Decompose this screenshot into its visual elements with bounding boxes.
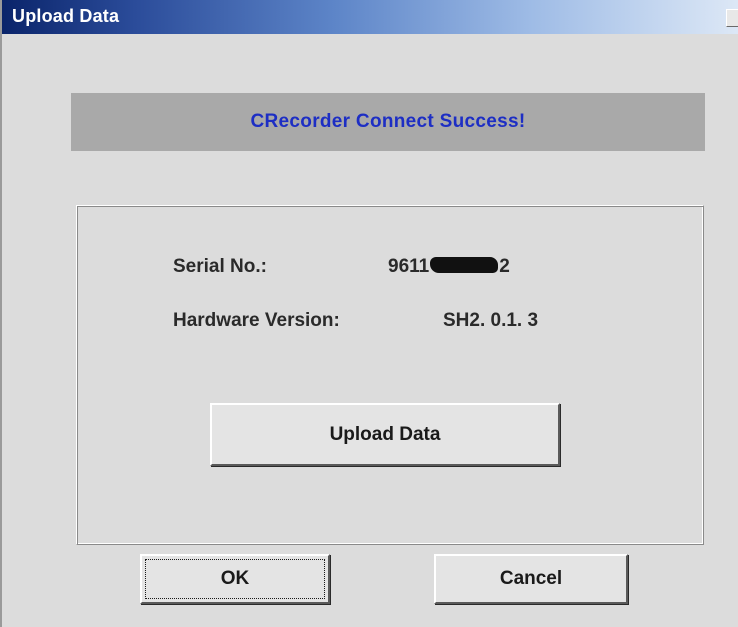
serial-number-prefix: 9611	[388, 256, 430, 277]
ok-button[interactable]: OK	[140, 554, 330, 604]
device-info-group: Serial No.: 9611 2 Hardware Version: SH2.…	[76, 205, 704, 545]
serial-number-value: 9611 2	[388, 256, 510, 278]
ok-button-label: OK	[220, 568, 250, 589]
window-title: Upload Data	[12, 6, 120, 26]
connection-status-banner: CRecorder Connect Success!	[71, 93, 705, 151]
hardware-version-value: SH2. 0.1. 3	[443, 310, 539, 331]
serial-number-suffix: 2	[499, 256, 510, 277]
hardware-version-label: Hardware Version:	[173, 310, 340, 331]
close-icon[interactable]	[726, 9, 738, 27]
upload-data-button[interactable]: Upload Data	[210, 403, 560, 466]
upload-data-dialog: Upload Data CRecorder Connect Success! S…	[0, 0, 738, 627]
serial-number-label: Serial No.:	[173, 256, 267, 277]
cancel-button[interactable]: Cancel	[434, 554, 628, 604]
connection-status-text: CRecorder Connect Success!	[250, 111, 526, 132]
redaction-mark	[430, 257, 499, 273]
title-bar[interactable]: Upload Data	[2, 0, 738, 34]
